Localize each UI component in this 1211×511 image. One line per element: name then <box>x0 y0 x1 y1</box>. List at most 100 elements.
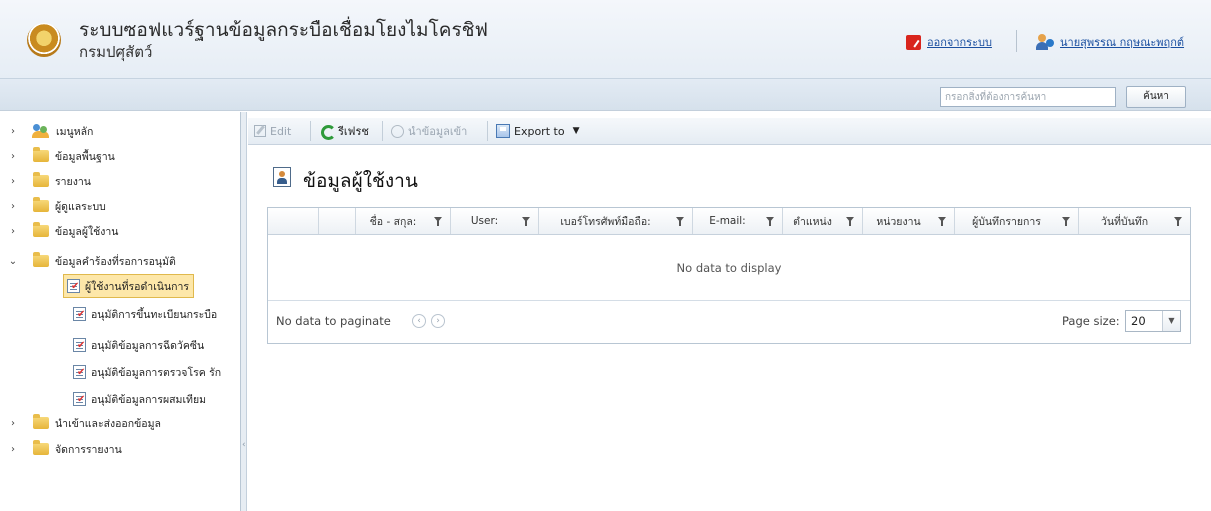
column-label: เบอร์โทรศัพท์มือถือ: <box>560 215 651 228</box>
sidebar-item-admin[interactable]: › ผู้ดูแลระบบ <box>0 195 240 217</box>
app-header: ระบบซอฟแวร์ฐานข้อมูลกระบือเชื่อมโยงไมโคร… <box>0 0 1211 79</box>
column-label: ผู้บันทึกรายการ <box>972 215 1041 228</box>
chevron-right-icon[interactable]: › <box>8 418 18 429</box>
folder-icon <box>33 147 49 162</box>
sidebar-item-label: อนุมัติข้อมูลการผสมเทียม <box>91 393 207 406</box>
toolbar-divider <box>382 121 383 141</box>
grid-column-recorder[interactable]: ผู้บันทึกรายการ <box>955 208 1079 234</box>
sidebar-item-manage-reports[interactable]: › จัดการรายงาน <box>0 438 240 460</box>
sidebar-item-label: อนุมัติข้อมูลการฉีดวัคซีน <box>91 339 205 352</box>
page-size-label: Page size: <box>1062 314 1120 328</box>
import-icon <box>391 124 404 138</box>
column-label: วันที่บันทึก <box>1100 215 1149 228</box>
chevron-right-icon[interactable]: › <box>8 201 18 212</box>
sidebar-item-user-data[interactable]: › ข้อมูลผู้ใช้งาน <box>0 220 240 242</box>
grid-column-record-date[interactable]: วันที่บันทึก <box>1079 208 1190 234</box>
sidebar-item-label: นำเข้าและส่งออกข้อมูล <box>55 417 161 430</box>
department-logo <box>27 23 61 57</box>
folder-icon <box>33 172 49 187</box>
export-label: Export to <box>514 124 565 138</box>
user-icon <box>1036 34 1054 50</box>
sidebar-item-reports[interactable]: › รายงาน <box>0 170 240 192</box>
chevron-right-icon[interactable]: › <box>8 151 18 162</box>
export-dropdown[interactable]: Export to ▼ <box>496 122 579 140</box>
chevron-right-icon[interactable]: › <box>8 226 18 237</box>
refresh-icon <box>320 124 336 140</box>
filter-icon[interactable] <box>846 216 854 226</box>
sidebar-item-approve-vaccination[interactable]: อนุมัติข้อมูลการฉีดวัคซีน <box>73 334 204 356</box>
grid-column-command[interactable] <box>319 208 356 234</box>
user-name[interactable]: นายสุพรรณ กฤษณะพฤกต์ <box>1060 33 1184 51</box>
sidebar-item-pending-users[interactable]: ผู้ใช้งานที่รอดำเนินการ <box>63 274 195 298</box>
grid-pager: No data to paginate ‹ › Page size: 20 ▼ <box>268 301 1190 343</box>
chevron-right-icon[interactable]: › <box>8 176 18 187</box>
grid-column-user[interactable]: User: <box>451 208 539 234</box>
edit-button[interactable]: Edit <box>254 122 291 140</box>
column-label: E-mail: <box>709 215 746 227</box>
edit-label: Edit <box>270 124 292 138</box>
user-card-icon <box>273 167 291 187</box>
grid-column-select[interactable] <box>268 208 319 234</box>
sidebar-item-label: ผู้ดูแลระบบ <box>55 200 106 213</box>
logout-link[interactable]: ออกจากระบบ <box>906 33 992 51</box>
sidebar-item-import-export[interactable]: › นำเข้าและส่งออกข้อมูล <box>0 412 240 434</box>
user-profile-link[interactable]: นายสุพรรณ กฤษณะพฤกต์ <box>1036 33 1184 51</box>
splitter-grip-icon[interactable]: ‹ <box>242 440 246 452</box>
chevron-down-icon[interactable]: ▼ <box>1162 311 1180 331</box>
grid-column-mobile[interactable]: เบอร์โทรศัพท์มือถือ: <box>539 208 693 234</box>
header-divider <box>1016 30 1017 52</box>
folder-icon <box>33 197 49 212</box>
sidebar-menu: › เมนูหลัก › ข้อมูลพื้นฐาน › รายงาน › ผู… <box>0 112 241 511</box>
filter-icon[interactable] <box>676 216 684 226</box>
doc-check-icon <box>73 392 86 406</box>
grid-column-position[interactable]: ตำแหน่ง <box>783 208 863 234</box>
filter-icon[interactable] <box>938 216 946 226</box>
sidebar-item-label: อนุมัติข้อมูลการตรวจโรค รัก <box>91 366 222 379</box>
sidebar-item-label: ข้อมูลพื้นฐาน <box>55 150 115 163</box>
column-label: หน่วยงาน <box>876 215 921 228</box>
chevron-right-icon[interactable]: › <box>8 126 18 137</box>
people-icon <box>32 124 50 138</box>
grid-column-name[interactable]: ชื่อ - สกุล: <box>356 208 451 234</box>
page-size-select[interactable]: 20 ▼ <box>1125 310 1181 332</box>
doc-check-icon <box>73 338 86 352</box>
search-button[interactable]: ค้นหา <box>1126 86 1186 108</box>
chevron-down-icon[interactable]: ⌄ <box>8 256 18 267</box>
filter-icon[interactable] <box>434 216 442 226</box>
import-label: นำข้อมูลเข้า <box>408 125 468 138</box>
sidebar-item-approve-disease-check[interactable]: อนุมัติข้อมูลการตรวจโรค รัก <box>73 361 221 383</box>
sidebar-splitter[interactable]: ‹ <box>241 112 247 511</box>
sidebar-item-label: อนุมัติการขึ้นทะเบียนกระบือ <box>91 308 218 321</box>
sidebar-item-approve-registration[interactable]: อนุมัติการขึ้นทะเบียนกระบือ <box>73 303 217 325</box>
filter-icon[interactable] <box>1062 216 1070 226</box>
filter-icon[interactable] <box>1174 216 1182 226</box>
sidebar-item-main-menu[interactable]: › เมนูหลัก <box>0 120 240 142</box>
sidebar-item-pending-requests[interactable]: ⌄ ข้อมูลคำร้องที่รอการอนุมัติ <box>0 250 240 272</box>
users-grid: ชื่อ - สกุล: User: เบอร์โทรศัพท์มือถือ: … <box>267 207 1191 344</box>
pager-prev-button[interactable]: ‹ <box>412 314 426 328</box>
page-size-value: 20 <box>1131 314 1146 328</box>
doc-check-icon <box>73 307 86 321</box>
folder-icon <box>33 222 49 237</box>
sidebar-item-approve-insemination[interactable]: อนุมัติข้อมูลการผสมเทียม <box>73 388 206 410</box>
grid-column-department[interactable]: หน่วยงาน <box>863 208 955 234</box>
app-subtitle: กรมปศุสัตว์ <box>79 43 153 61</box>
sidebar-item-basic-data[interactable]: › ข้อมูลพื้นฐาน <box>0 145 240 167</box>
search-input[interactable] <box>940 87 1116 107</box>
grid-header: ชื่อ - สกุล: User: เบอร์โทรศัพท์มือถือ: … <box>268 208 1190 235</box>
chevron-right-icon[interactable]: › <box>8 444 18 455</box>
doc-check-icon <box>73 365 86 379</box>
filter-icon[interactable] <box>766 216 774 226</box>
refresh-button[interactable]: รีเฟรช <box>320 122 369 140</box>
grid-column-email[interactable]: E-mail: <box>693 208 783 234</box>
folder-icon <box>33 414 49 429</box>
import-button[interactable]: นำข้อมูลเข้า <box>391 122 467 140</box>
logout-label[interactable]: ออกจากระบบ <box>927 33 992 51</box>
sidebar-item-label: รายงาน <box>55 175 91 188</box>
pager-next-button[interactable]: › <box>431 314 445 328</box>
logout-icon <box>906 34 921 50</box>
sidebar-item-label: ข้อมูลคำร้องที่รอการอนุมัติ <box>55 255 176 268</box>
pager-summary: No data to paginate <box>276 314 391 328</box>
filter-icon[interactable] <box>522 216 530 226</box>
chevron-down-icon: ▼ <box>572 126 580 136</box>
